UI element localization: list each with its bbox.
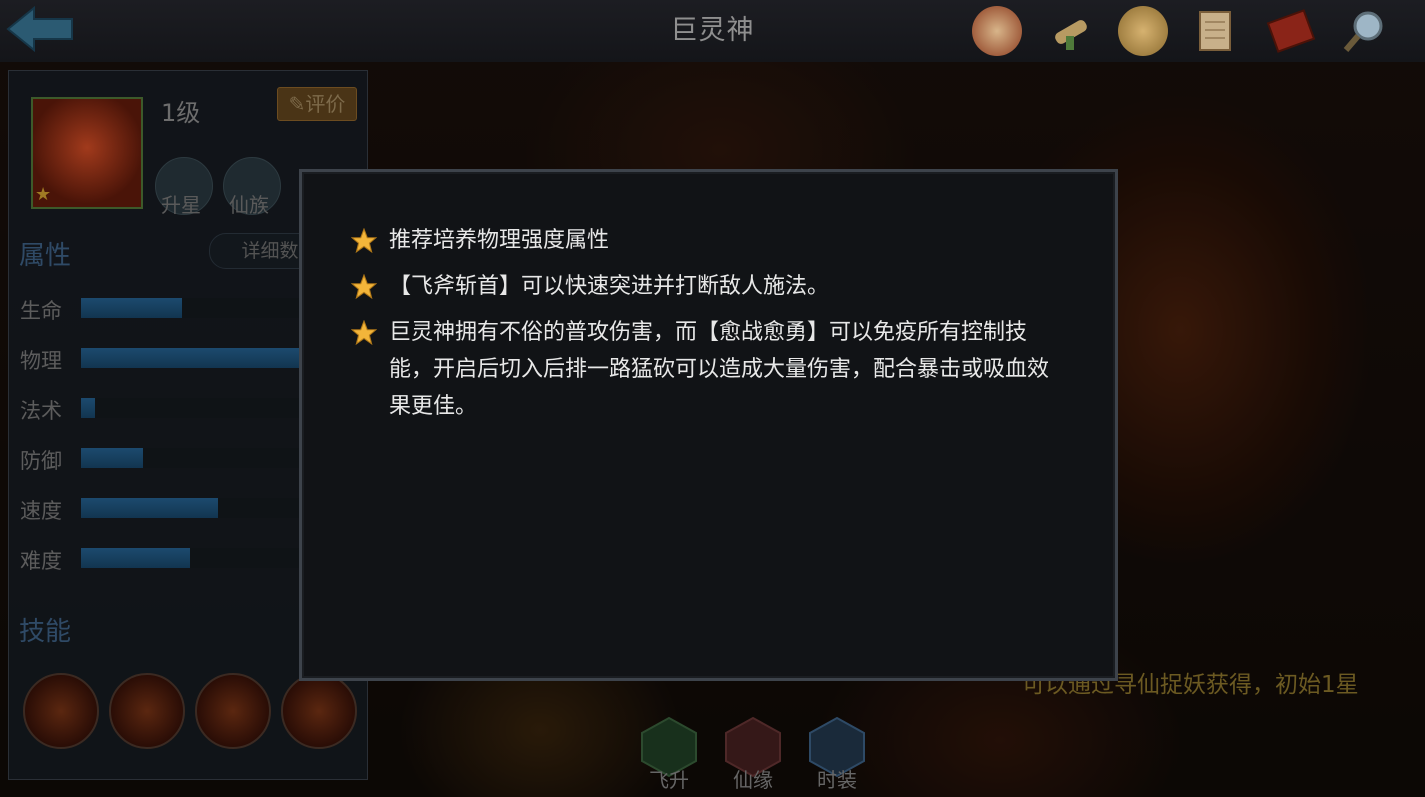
- tip-item: 【飞斧斩首】可以快速突进并打断敌人施法。: [351, 268, 1069, 305]
- skill-icon[interactable]: [109, 673, 185, 749]
- race-label: 仙族: [229, 193, 269, 217]
- document-icon[interactable]: [1190, 6, 1240, 56]
- skills-title: 技能: [19, 617, 72, 647]
- upgrade-star-label: 升星: [161, 193, 201, 217]
- stat-fill: [81, 298, 182, 318]
- fate-tab-label: 仙缘: [733, 768, 773, 792]
- stat-label: 物理: [20, 349, 62, 373]
- ascend-tab-label: 飞升: [649, 768, 689, 792]
- tip-item: 巨灵神拥有不俗的普攻伤害，而【愈战愈勇】可以免疫所有控制技能，开启后切入后排一路…: [351, 314, 1049, 425]
- edit-icon: ✎: [288, 92, 306, 116]
- stat-fill: [81, 548, 191, 568]
- stat-label: 难度: [20, 549, 62, 573]
- stat-label: 法术: [20, 399, 62, 423]
- magnifier-icon[interactable]: [1340, 6, 1390, 56]
- hero-tips-modal[interactable]: 推荐培养物理强度属性 【飞斧斩首】可以快速突进并打断敌人施法。 巨灵神拥有不俗的…: [299, 169, 1118, 681]
- star-icon: [351, 274, 377, 300]
- book-icon[interactable]: [1266, 6, 1316, 56]
- stat-label: 生命: [20, 299, 62, 323]
- star-icon: [351, 320, 377, 346]
- tip-item: 推荐培养物理强度属性: [351, 222, 1069, 259]
- stat-label: 防御: [20, 449, 62, 473]
- stat-fill: [81, 448, 143, 468]
- skill-icon[interactable]: [281, 673, 357, 749]
- stat-fill: [81, 398, 95, 418]
- hero-level: 1级: [161, 99, 201, 127]
- hero-portrait[interactable]: ★: [31, 97, 143, 209]
- skill-icon[interactable]: [195, 673, 271, 749]
- stat-label: 速度: [20, 499, 62, 523]
- attributes-title: 属性: [19, 241, 72, 271]
- skill-icon[interactable]: [23, 673, 99, 749]
- star-icon: [351, 228, 377, 254]
- stat-fill: [81, 498, 219, 518]
- costume-tab-label: 时装: [817, 768, 857, 792]
- top-bar: 巨灵神: [0, 0, 1425, 62]
- scroll-icon[interactable]: [1046, 6, 1096, 56]
- star-icon: ★: [35, 184, 52, 205]
- rate-button[interactable]: ✎评价: [277, 87, 357, 121]
- battle-seal-icon[interactable]: [972, 6, 1022, 56]
- coin-icon[interactable]: [1118, 6, 1168, 56]
